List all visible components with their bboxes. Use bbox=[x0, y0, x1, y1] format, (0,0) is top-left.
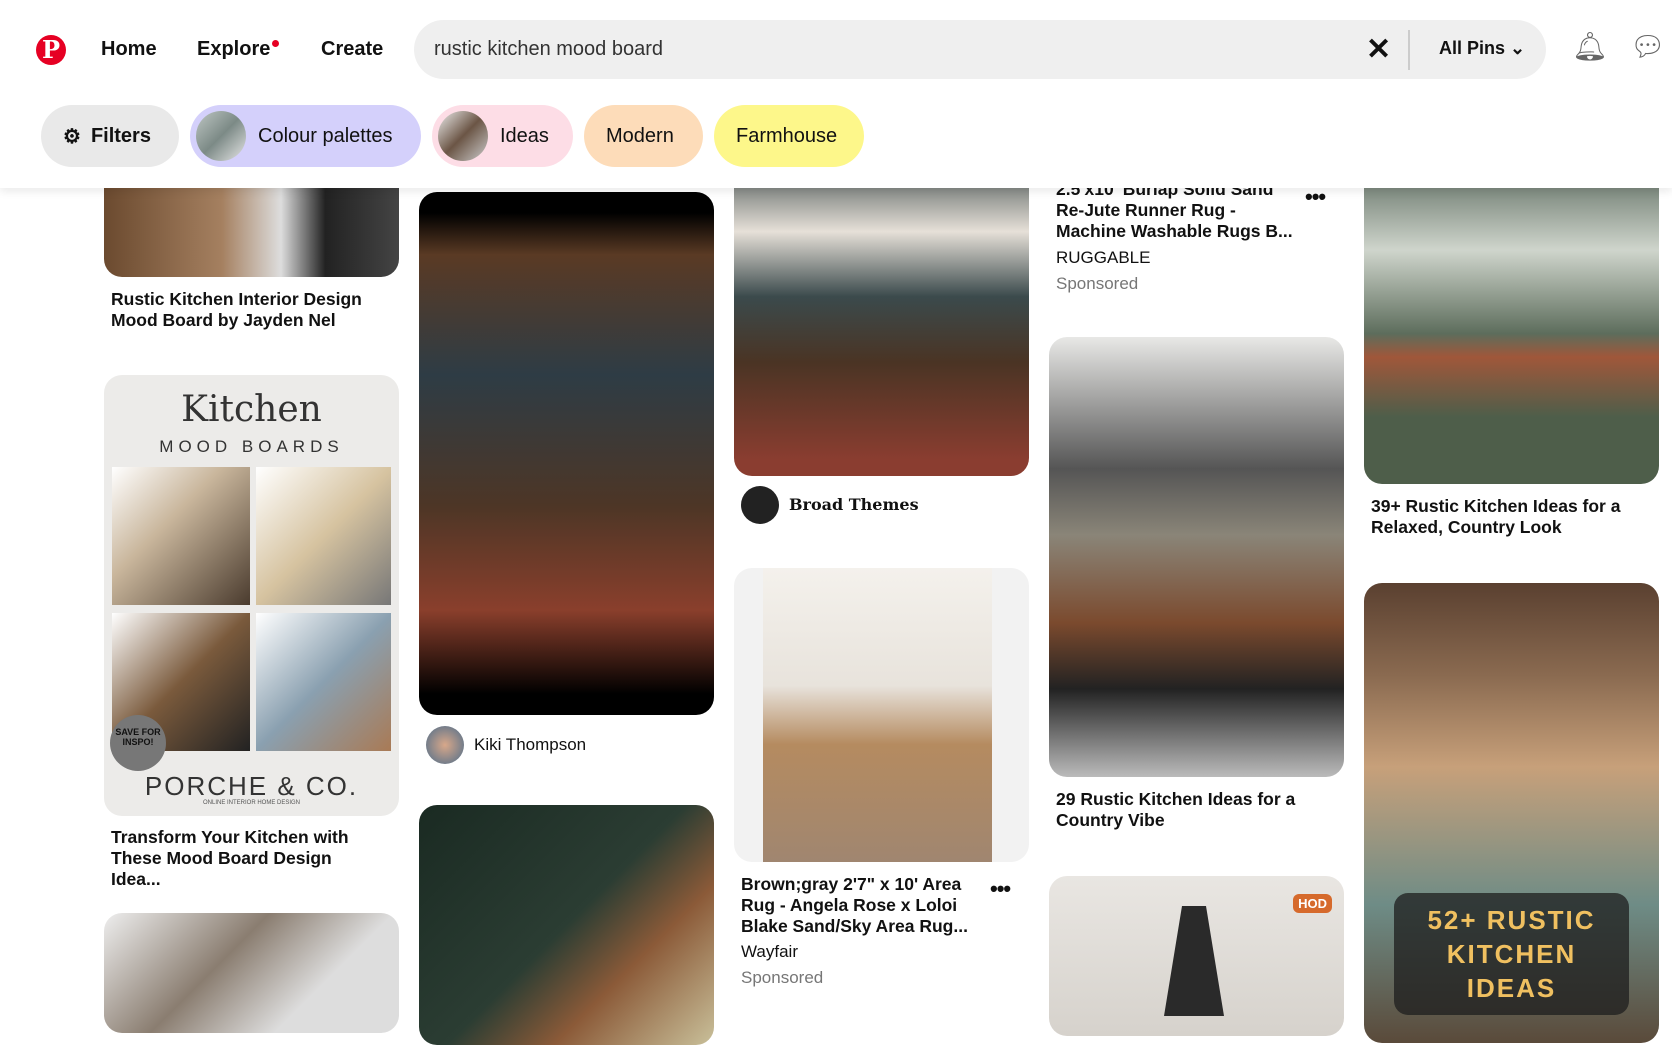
chip-label: Colour palettes bbox=[258, 124, 393, 147]
pin-image[interactable] bbox=[734, 568, 1029, 862]
chip-modern[interactable]: Modern bbox=[584, 105, 703, 167]
save-badge: SAVE FOR INSPO! bbox=[110, 715, 166, 771]
chevron-down-icon: ⌄ bbox=[1510, 38, 1526, 58]
scope-label: All Pins bbox=[1439, 38, 1506, 58]
image-overlay-text: 52+ RUSTIC KITCHEN IDEAS bbox=[1394, 893, 1629, 1015]
sliders-icon: ⚙ bbox=[63, 125, 81, 148]
author-avatar[interactable] bbox=[426, 726, 464, 764]
sponsored-label: Sponsored bbox=[1056, 274, 1139, 293]
nav-create[interactable]: Create bbox=[321, 38, 383, 61]
pin-image[interactable] bbox=[419, 192, 714, 715]
chip-label: Filters bbox=[90, 124, 151, 147]
clear-search-icon[interactable]: ✕ bbox=[1366, 32, 1391, 67]
pin-title[interactable]: 2.5'x10' Burlap Solid Sand Re-Jute Runne… bbox=[1056, 179, 1306, 242]
chip-label: Farmhouse bbox=[736, 124, 838, 147]
pin-image[interactable]: Kitchen MOOD BOARDS SAVE FOR INSPO! PORC… bbox=[104, 375, 399, 816]
chat-icon[interactable]: 💬︎ bbox=[1630, 30, 1666, 63]
chip-farmhouse[interactable]: Farmhouse bbox=[714, 105, 864, 167]
pin-image[interactable]: HOD bbox=[1049, 876, 1344, 1036]
nav-explore[interactable]: Explore bbox=[197, 38, 280, 61]
pin-image[interactable] bbox=[1364, 150, 1659, 484]
image-heading: Kitchen bbox=[181, 389, 322, 430]
nav-home[interactable]: Home bbox=[101, 38, 157, 61]
search-scope-dropdown[interactable]: All Pins ⌄ bbox=[1439, 38, 1525, 59]
image-brand: PORCHE & CO. bbox=[144, 771, 359, 801]
pin-image[interactable] bbox=[734, 150, 1029, 476]
pin-title[interactable]: Brown;gray 2'7" x 10' Area Rug - Angela … bbox=[741, 874, 981, 937]
chip-thumbnail bbox=[196, 111, 246, 161]
pin-title[interactable]: 29 Rustic Kitchen Ideas for a Country Vi… bbox=[1056, 789, 1316, 831]
notification-dot bbox=[272, 40, 280, 47]
pin-title[interactable]: 39+ Rustic Kitchen Ideas for a Relaxed, … bbox=[1371, 496, 1651, 538]
image-tagline: ONLINE INTERIOR HOME DESIGN bbox=[202, 800, 300, 806]
sponsored-label: Sponsored bbox=[741, 968, 824, 987]
pin-image[interactable] bbox=[104, 913, 399, 1033]
author-avatar[interactable] bbox=[741, 486, 779, 524]
chip-colour-palettes[interactable]: Colour palettes bbox=[190, 105, 421, 167]
nav-explore-label: Explore bbox=[197, 38, 271, 60]
search-bar: ✕ All Pins ⌄ bbox=[414, 20, 1546, 79]
chip-label: Modern bbox=[606, 124, 674, 147]
pin-image[interactable] bbox=[1049, 337, 1344, 777]
chip-thumbnail bbox=[438, 111, 488, 161]
more-options-button[interactable]: ••• bbox=[990, 876, 1011, 902]
pin-title[interactable]: Rustic Kitchen Interior Design Mood Boar… bbox=[111, 289, 371, 331]
pin-image[interactable]: 52+ RUSTIC KITCHEN IDEAS bbox=[1364, 583, 1659, 1043]
top-header: P Home Explore Create ✕ All Pins ⌄ 🔔︎ 💬︎… bbox=[0, 0, 1672, 188]
chip-label: Ideas bbox=[500, 124, 549, 147]
image-subheading: MOOD BOARDS bbox=[159, 437, 344, 456]
pinterest-logo[interactable]: P bbox=[36, 35, 66, 65]
pin-title[interactable]: Transform Your Kitchen with These Mood B… bbox=[111, 827, 371, 890]
search-input[interactable] bbox=[434, 20, 1334, 79]
bell-icon[interactable]: 🔔︎ bbox=[1572, 30, 1608, 63]
image-logo: HOD bbox=[1293, 894, 1332, 913]
author-name[interactable]: Broad Themes bbox=[789, 495, 919, 514]
author-name[interactable]: Kiki Thompson bbox=[474, 735, 586, 755]
pin-image[interactable] bbox=[419, 805, 714, 1045]
divider bbox=[1408, 30, 1410, 70]
pin-seller[interactable]: RUGGABLE bbox=[1056, 248, 1150, 268]
filters-button[interactable]: ⚙ Filters bbox=[41, 105, 179, 167]
chip-ideas[interactable]: Ideas bbox=[432, 105, 573, 167]
pin-seller[interactable]: Wayfair bbox=[741, 942, 798, 962]
